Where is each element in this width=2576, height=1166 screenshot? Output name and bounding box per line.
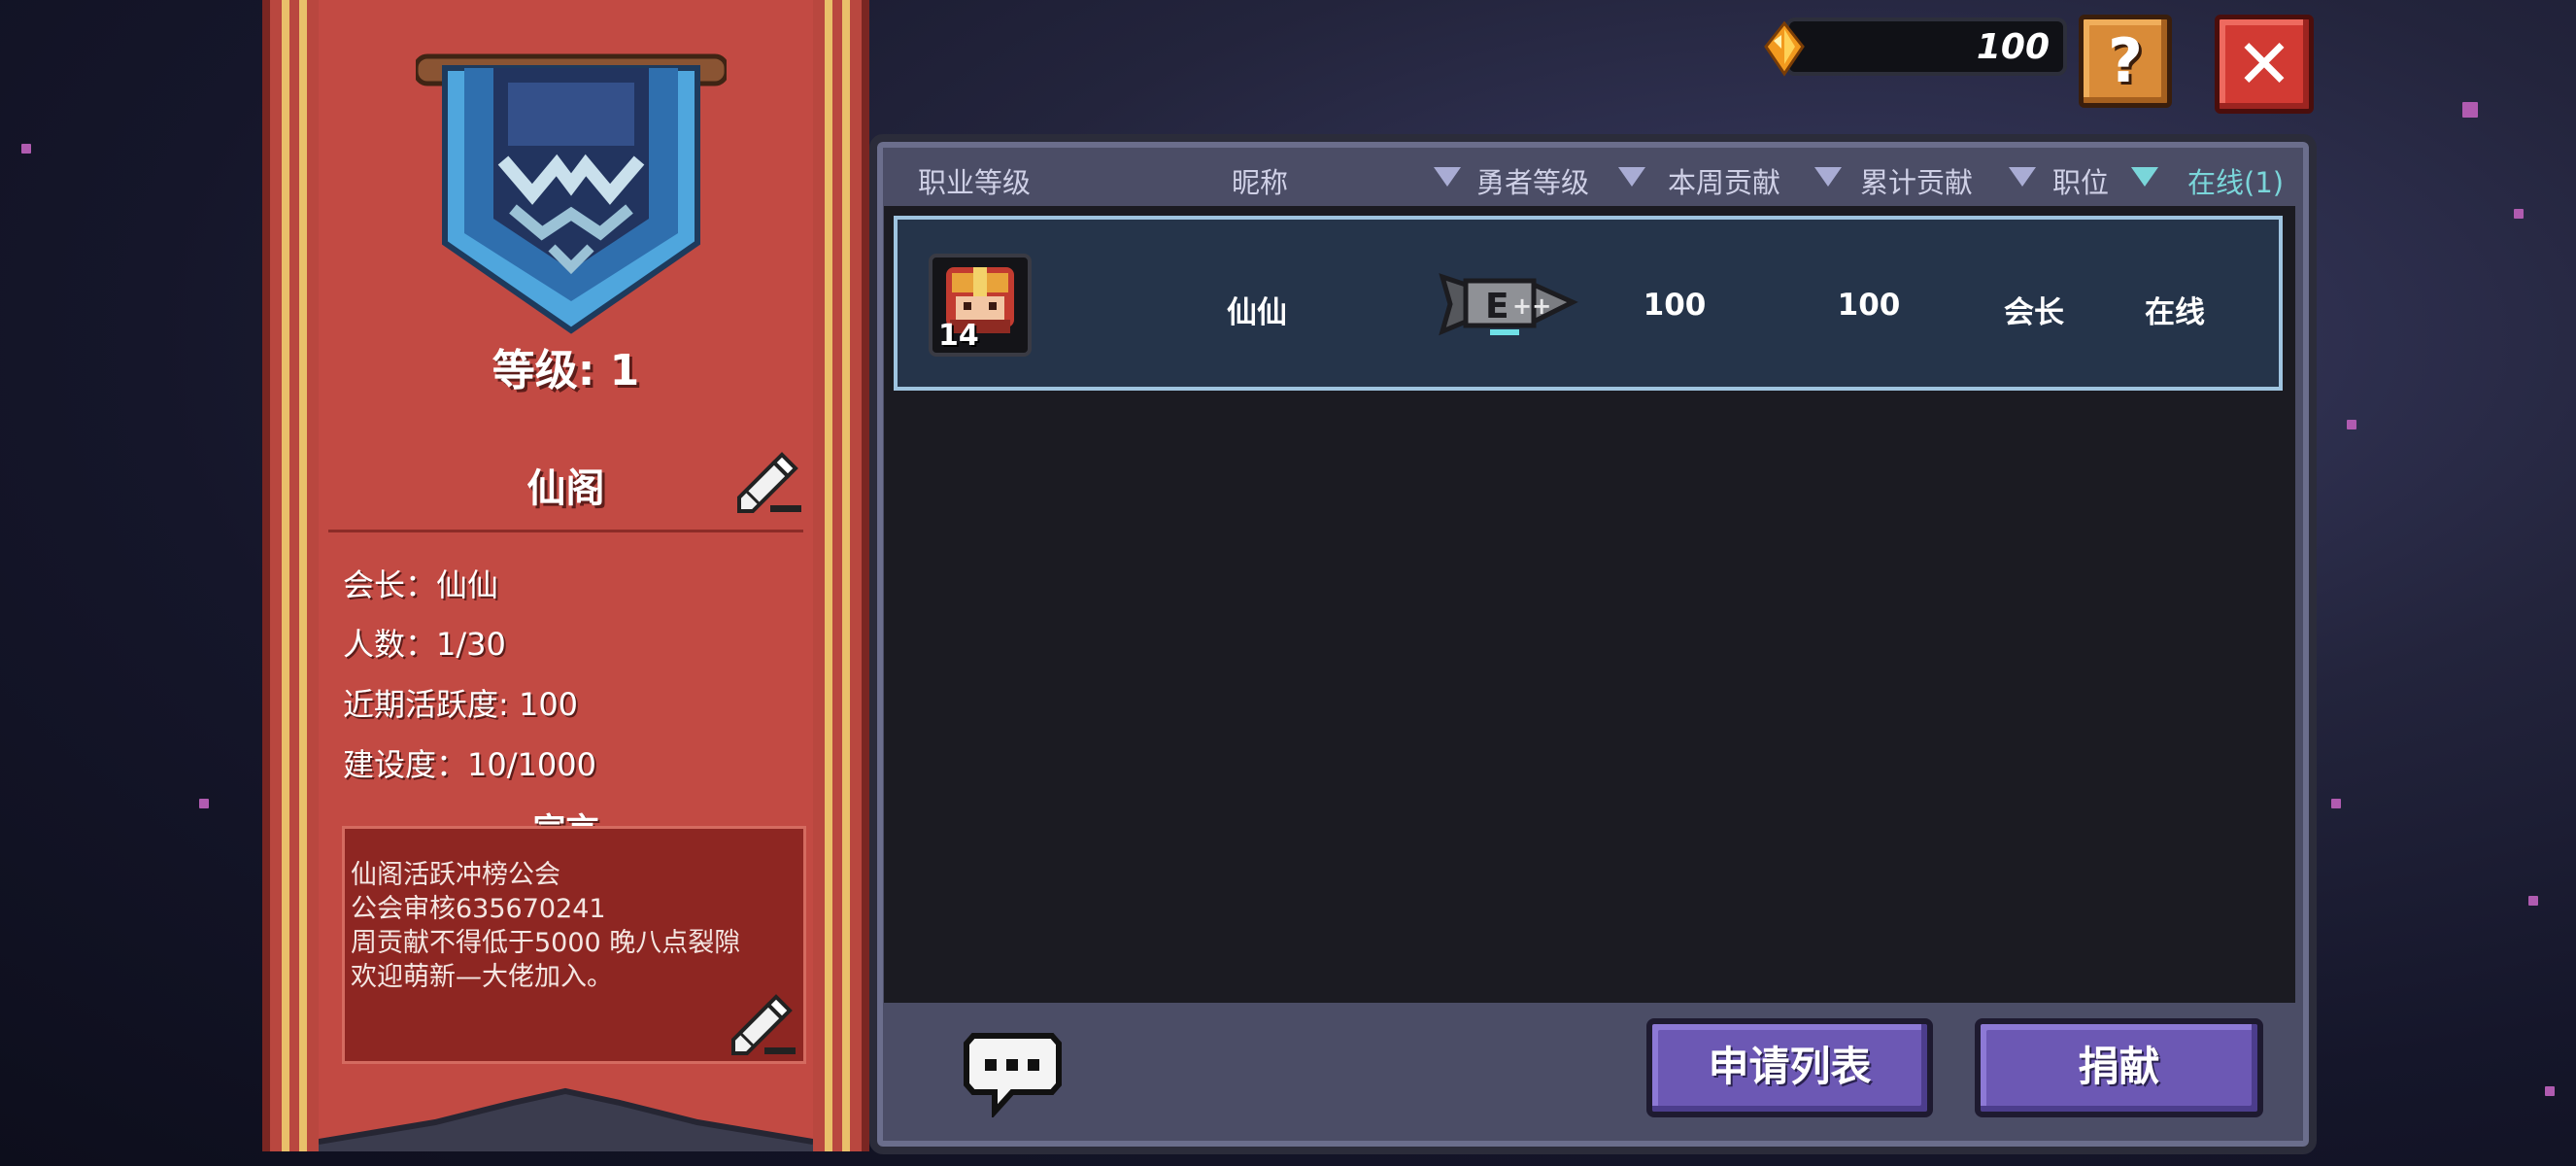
member-weekly-contribution: 100 xyxy=(1643,288,1707,323)
header-total-contribution[interactable]: 累计贡献 xyxy=(1860,160,1973,201)
member-position: 会长 xyxy=(2004,295,2064,330)
member-status: 在线 xyxy=(2145,295,2205,330)
header-position[interactable]: 职位 xyxy=(2052,160,2109,201)
rank-emblem-icon: E ++ xyxy=(1439,273,1578,336)
guild-member-count: 人数：1/30 xyxy=(343,626,506,663)
sort-total-contribution-icon[interactable] xyxy=(1814,167,1842,187)
member-nickname: 仙仙 xyxy=(1227,295,1287,330)
header-hero-level[interactable]: 勇者等级 xyxy=(1476,160,1589,201)
member-class-level: 14 xyxy=(938,319,979,353)
background-star xyxy=(21,144,31,154)
member-row[interactable]: 14 仙仙 E ++ 100 100 会长 在线 xyxy=(894,216,2283,391)
background-star xyxy=(199,799,209,808)
help-button[interactable]: ? xyxy=(2079,15,2172,108)
header-nickname: 昵称 xyxy=(1232,166,1289,199)
chat-bubble-icon[interactable] xyxy=(962,1030,1064,1117)
background-star xyxy=(2514,209,2524,219)
member-total-contribution: 100 xyxy=(1837,288,1901,323)
guild-leader: 会长：仙仙 xyxy=(343,566,499,603)
currency-display: 100 xyxy=(1785,17,2067,76)
banner-trim xyxy=(299,0,307,1151)
declaration-line: 仙阁活跃冲榜公会 xyxy=(351,860,560,890)
sort-online-icon[interactable] xyxy=(2131,167,2158,187)
banner-trim xyxy=(282,0,289,1151)
header-online[interactable]: 在线(1) xyxy=(2187,160,2284,201)
declaration-line: 周贡献不得低于5000 晚八点裂隙 xyxy=(351,928,741,958)
member-avatar: 14 xyxy=(929,254,1032,357)
currency-value: 100 xyxy=(1976,27,2050,67)
background-star xyxy=(2347,420,2356,429)
orange-gem-icon xyxy=(1764,20,1805,77)
guild-banner: 等级: 1 仙阁 会长：仙仙 人数：1/30 近期活跃度: 100 建设度：10… xyxy=(262,0,869,1151)
sort-position-icon[interactable] xyxy=(2009,167,2036,187)
banner-bottom-edge xyxy=(319,1087,813,1151)
edit-declaration-icon[interactable] xyxy=(726,989,797,1057)
guild-activity: 近期活跃度: 100 xyxy=(343,686,579,723)
guild-construction: 建设度：10/1000 xyxy=(343,746,596,783)
background-star xyxy=(2545,1086,2555,1096)
svg-text:E: E xyxy=(1485,287,1509,326)
edit-name-icon[interactable] xyxy=(731,447,803,515)
background-star xyxy=(2331,799,2341,808)
header-weekly-contribution[interactable]: 本周贡献 xyxy=(1668,160,1780,201)
background-star xyxy=(2528,896,2538,906)
declaration-box: 仙阁活跃冲榜公会 公会审核635670241 周贡献不得低于5000 晚八点裂隙… xyxy=(342,826,806,1064)
divider xyxy=(328,530,803,532)
sort-hero-level-icon[interactable] xyxy=(1434,167,1461,187)
banner-trim xyxy=(842,0,850,1151)
donate-button[interactable]: 捐献 xyxy=(1975,1018,2263,1117)
background-star xyxy=(2462,102,2478,118)
header-class-level: 职业等级 xyxy=(918,166,1032,199)
declaration-line: 公会审核635670241 xyxy=(351,894,606,924)
guild-emblem-icon xyxy=(416,53,727,334)
close-button[interactable]: ✕ xyxy=(2215,15,2314,114)
apply-list-button[interactable]: 申请列表 xyxy=(1646,1018,1933,1117)
svg-text:++: ++ xyxy=(1512,292,1551,320)
guild-level: 等级: 1 xyxy=(491,346,640,395)
banner-trim xyxy=(825,0,832,1151)
sort-weekly-contribution-icon[interactable] xyxy=(1618,167,1645,187)
